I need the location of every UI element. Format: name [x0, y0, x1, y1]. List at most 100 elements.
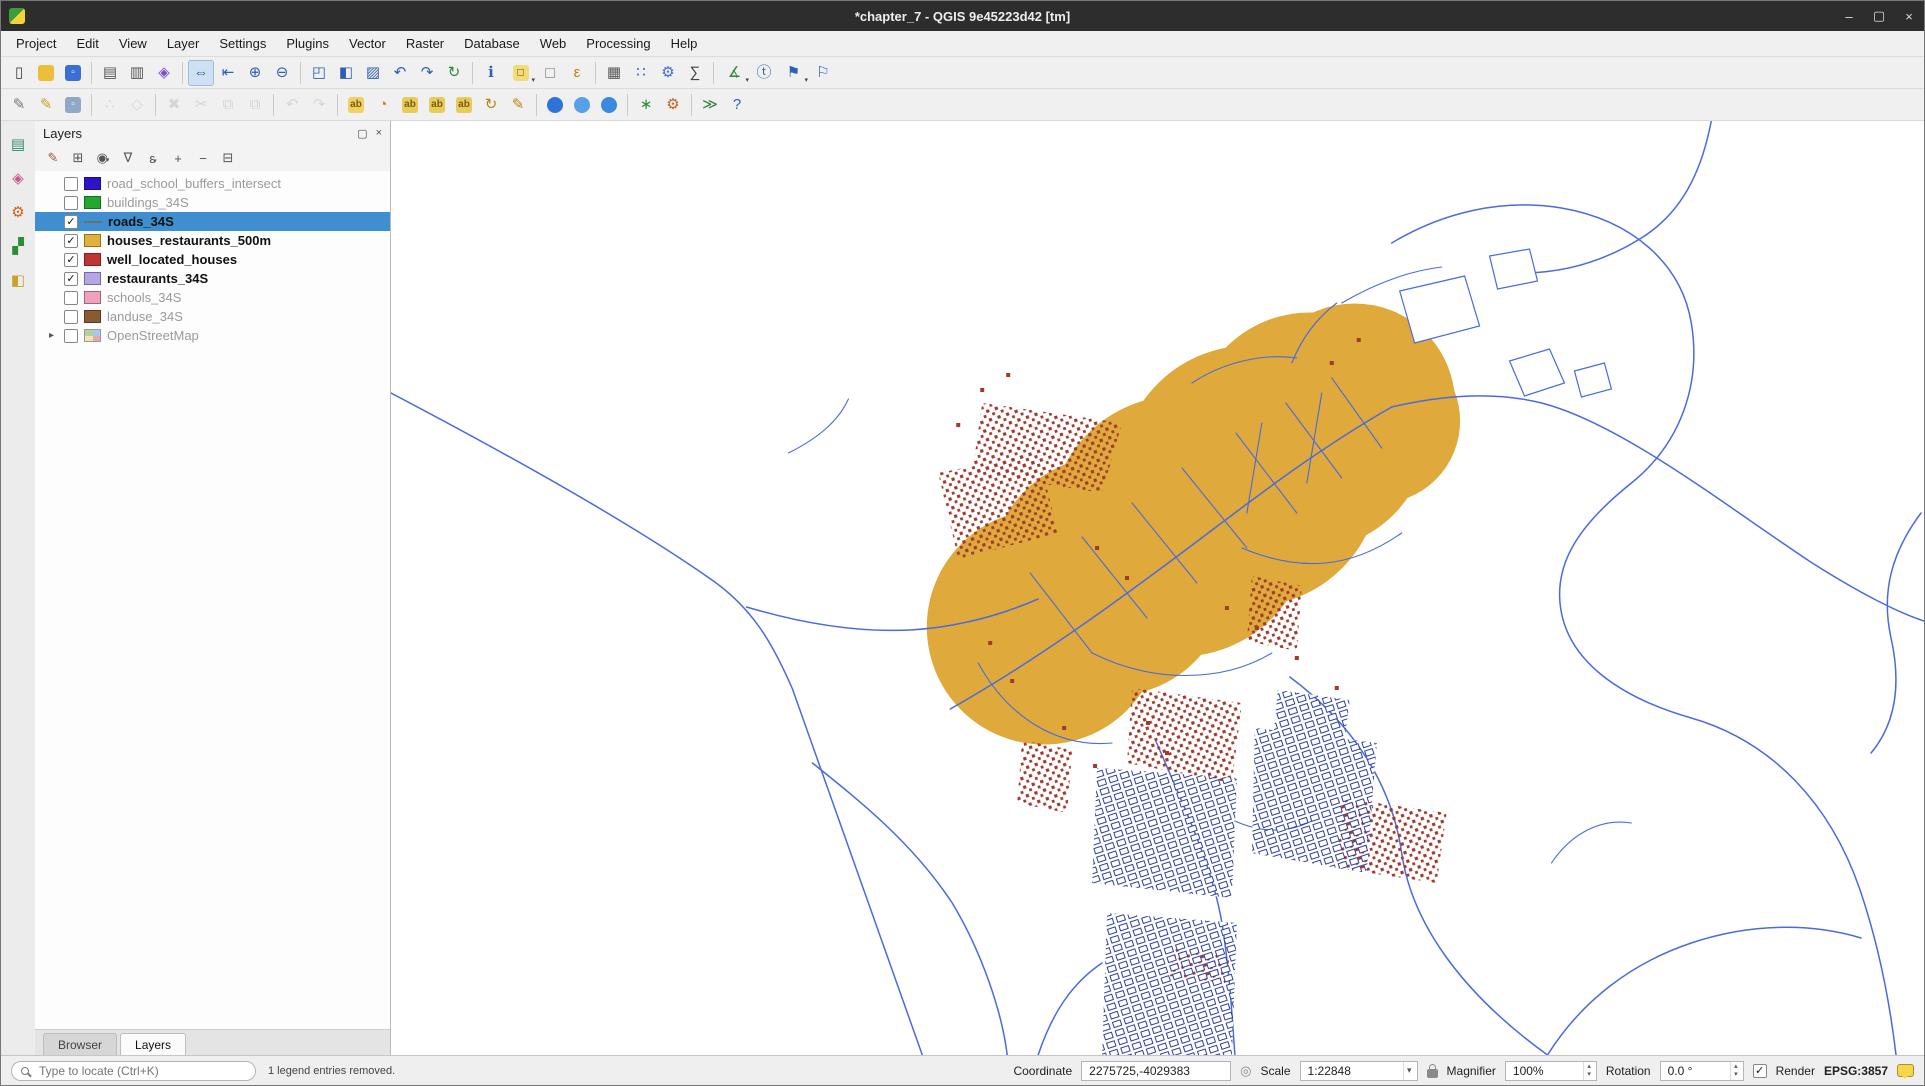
python-console-icon[interactable]: ≫ [697, 92, 723, 118]
menu-web[interactable]: Web [531, 33, 576, 54]
minimize-button[interactable]: – [1834, 1, 1864, 31]
statistical-summary-icon[interactable]: ∑ [682, 60, 708, 86]
layer-row-buildings-34s[interactable]: buildings_34S [35, 193, 390, 212]
deselect-features-icon[interactable]: ◻ [537, 60, 563, 86]
render-checkbox[interactable] [1753, 1064, 1767, 1078]
layer-styling-panel-icon[interactable]: ◈ [7, 167, 29, 189]
zoom-next-icon[interactable]: ↷ [414, 60, 440, 86]
layer-diagram-icon[interactable]: ◔ [370, 92, 396, 118]
menu-edit[interactable]: Edit [67, 33, 107, 54]
cut-features-icon[interactable]: ✂ [188, 92, 214, 118]
layer-visibility-checkbox[interactable] [64, 215, 78, 229]
paste-features-icon[interactable]: ⧉ [242, 92, 268, 118]
processing-toolbox-icon[interactable]: ⚙ [655, 60, 681, 86]
style-manager-icon[interactable]: ◈ [151, 60, 177, 86]
annotations-panel-icon[interactable]: ◧ [7, 269, 29, 291]
layer-row-landuse-34s[interactable]: landuse_34S [35, 307, 390, 326]
layer-row-well-located-houses[interactable]: well_located_houses [35, 250, 390, 269]
layer-row-houses-restaurants-500m[interactable]: houses_restaurants_500m [35, 231, 390, 250]
menu-view[interactable]: View [110, 33, 156, 54]
map-tips-icon[interactable]: ⓣ [751, 60, 777, 86]
log-messages-icon[interactable] [1897, 1064, 1914, 1077]
zoom-out-icon[interactable]: ⊖ [269, 60, 295, 86]
magnifier-spinbox[interactable]: ▴▾ [1505, 1061, 1597, 1081]
tab-browser[interactable]: Browser [43, 1033, 117, 1055]
menu-layer[interactable]: Layer [158, 33, 209, 54]
locate-search[interactable] [11, 1061, 256, 1081]
save-layer-edits-icon[interactable]: ▫ [60, 92, 86, 118]
layer-row-restaurants-34s[interactable]: restaurants_34S [35, 269, 390, 288]
layer-row-road-school-buffers-intersect[interactable]: road_school_buffers_intersect [35, 174, 390, 193]
measure-line-icon[interactable]: ∡▾ [719, 60, 750, 86]
select-features-icon[interactable]: ◻▾ [505, 60, 536, 86]
filter-by-expression-icon[interactable]: ε▾ [144, 151, 162, 166]
browser-panel-icon[interactable]: ▤ [7, 133, 29, 155]
layer-row-roads-34s[interactable]: roads_34S [35, 212, 390, 231]
zoom-last-icon[interactable]: ↶ [387, 60, 413, 86]
new-bookmark-icon[interactable]: ⚑▾ [778, 60, 809, 86]
remove-layer-icon[interactable]: ⊟ [219, 150, 237, 166]
menu-processing[interactable]: Processing [577, 33, 659, 54]
rotation-spinbox[interactable]: ▴▾ [1660, 1061, 1744, 1081]
add-group-icon[interactable]: ⊞ [69, 150, 87, 166]
select-by-expression-icon[interactable]: ε [564, 60, 590, 86]
undo-icon[interactable]: ↶ [279, 92, 305, 118]
vertex-tool-icon[interactable]: ◇ [124, 92, 150, 118]
highlight-labels-icon[interactable]: ab [424, 92, 450, 118]
toggle-editing-icon[interactable]: ✎ [33, 92, 59, 118]
chevron-down-icon[interactable]: ▾ [1403, 1062, 1415, 1080]
layer-visibility-checkbox[interactable] [64, 253, 78, 267]
rotation-input[interactable] [1666, 1063, 1730, 1079]
crs-indicator[interactable]: EPSG:3857 [1824, 1064, 1888, 1078]
change-label-icon[interactable]: ✎ [505, 92, 531, 118]
show-bookmarks-icon[interactable]: ⚐ [810, 60, 836, 86]
manage-map-themes-icon[interactable]: ◉▾ [94, 150, 112, 166]
osm-place-search-icon[interactable] [569, 92, 595, 118]
magnifier-input[interactable] [1511, 1063, 1583, 1079]
layer-visibility-checkbox[interactable] [64, 234, 78, 248]
toggle-extents-icon[interactable]: ◎ [1240, 1063, 1251, 1079]
layer-visibility-checkbox[interactable] [64, 310, 78, 324]
menu-plugins[interactable]: Plugins [277, 33, 338, 54]
show-layout-manager-icon[interactable]: ▥ [124, 60, 150, 86]
close-panel-button[interactable]: × [376, 127, 382, 140]
layer-visibility-checkbox[interactable] [64, 177, 78, 191]
processing-algorithms-icon[interactable]: ⚙ [660, 92, 686, 118]
spin-arrows-icon[interactable]: ▴▾ [1730, 1062, 1741, 1080]
layer-visibility-checkbox[interactable] [64, 291, 78, 305]
current-edits-icon[interactable]: ✎ [6, 92, 32, 118]
identify-features-icon[interactable]: ℹ [478, 60, 504, 86]
menu-project[interactable]: Project [7, 33, 65, 54]
filter-legend-icon[interactable]: ∇ [119, 150, 137, 166]
map-canvas[interactable] [391, 121, 1924, 1055]
menu-vector[interactable]: Vector [340, 33, 395, 54]
lock-scale-icon[interactable] [1427, 1069, 1438, 1078]
menu-settings[interactable]: Settings [210, 33, 275, 54]
open-attribute-table-icon[interactable]: ▦ [601, 60, 627, 86]
pan-map-icon[interactable]: ⇔ [188, 60, 214, 86]
move-label-icon[interactable]: ab [451, 92, 477, 118]
zoom-to-selection-icon[interactable]: ◧ [333, 60, 359, 86]
pin-labels-icon[interactable]: ab [397, 92, 423, 118]
tab-layers[interactable]: Layers [120, 1033, 186, 1055]
scale-combo[interactable]: ▾ [1300, 1061, 1418, 1081]
maximize-button[interactable]: ▢ [1864, 1, 1894, 31]
copy-features-icon[interactable]: ⧉ [215, 92, 241, 118]
layer-labeling-icon[interactable]: ab [343, 92, 369, 118]
expand-all-icon[interactable]: + [169, 151, 187, 166]
menu-raster[interactable]: Raster [397, 33, 453, 54]
rotate-label-icon[interactable]: ↻ [478, 92, 504, 118]
layer-visibility-checkbox[interactable] [64, 329, 78, 343]
layer-row-schools-34s[interactable]: schools_34S [35, 288, 390, 307]
layer-visibility-checkbox[interactable] [64, 196, 78, 210]
coordinate-input[interactable] [1087, 1063, 1228, 1079]
zoom-in-icon[interactable]: ⊕ [242, 60, 268, 86]
open-layer-styling-icon[interactable]: ✎ [44, 150, 62, 166]
scale-input[interactable] [1306, 1063, 1403, 1079]
field-calculator-icon[interactable]: ∷ [628, 60, 654, 86]
close-button[interactable]: × [1894, 1, 1924, 31]
grass-panel-icon[interactable]: ▞ [7, 235, 29, 257]
delete-selected-icon[interactable]: ✖ [161, 92, 187, 118]
pan-to-selection-icon[interactable]: ⇤ [215, 60, 241, 86]
save-project-icon[interactable]: ▫ [60, 60, 86, 86]
